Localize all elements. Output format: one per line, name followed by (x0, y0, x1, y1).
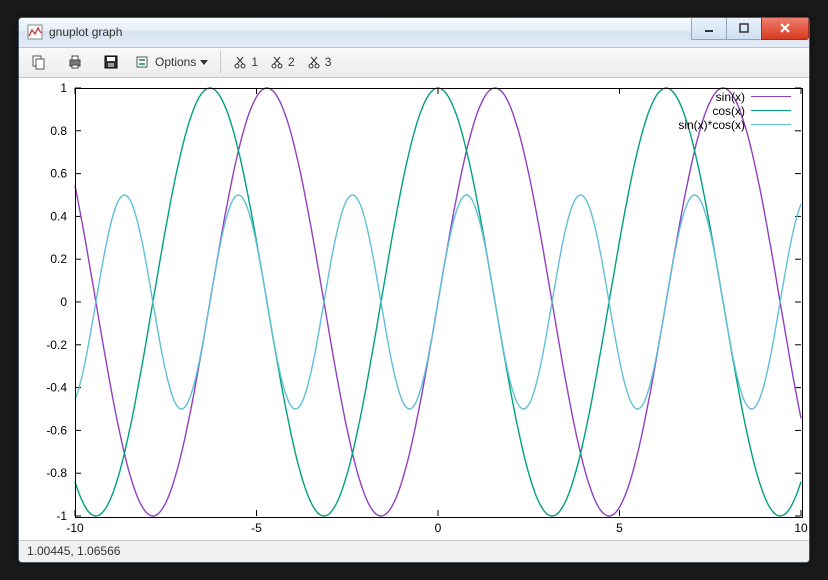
maximize-button[interactable] (726, 17, 762, 40)
window-title: gnuplot graph (49, 25, 691, 39)
svg-text:0: 0 (435, 521, 442, 535)
plot-box[interactable] (75, 88, 803, 518)
save-button[interactable] (95, 49, 127, 75)
svg-text:-0.8: -0.8 (46, 466, 67, 480)
svg-text:5: 5 (616, 521, 623, 535)
svg-text:-0.2: -0.2 (46, 338, 67, 352)
svg-text:10: 10 (794, 521, 808, 535)
svg-text:-10: -10 (66, 521, 84, 535)
legend: sin(x)cos(x)sin(x)*cos(x) (678, 90, 791, 132)
chevron-down-icon (200, 58, 208, 66)
cut-1-button[interactable]: 1 (229, 49, 262, 75)
svg-text:0.8: 0.8 (50, 124, 67, 138)
legend-label: cos(x) (712, 104, 745, 118)
status-bar: 1.00445, 1.06566 (19, 540, 809, 562)
title-bar[interactable]: gnuplot graph (19, 18, 809, 48)
toolbar-separator (220, 51, 221, 73)
copy-button[interactable] (23, 49, 55, 75)
legend-swatch (751, 124, 791, 125)
app-icon (27, 24, 43, 40)
cursor-coords: 1.00445, 1.06566 (27, 544, 120, 558)
svg-text:-5: -5 (251, 521, 262, 535)
svg-text:0.2: 0.2 (50, 252, 67, 266)
legend-item: sin(x)*cos(x) (678, 118, 791, 132)
legend-swatch (751, 96, 791, 97)
legend-label: sin(x)*cos(x) (678, 118, 745, 132)
svg-text:1: 1 (60, 81, 67, 95)
legend-swatch (751, 110, 791, 111)
svg-text:-0.4: -0.4 (46, 380, 67, 394)
legend-item: cos(x) (678, 104, 791, 118)
options-button[interactable]: Options (131, 49, 212, 75)
close-button[interactable] (761, 17, 809, 40)
print-button[interactable] (59, 49, 91, 75)
cut-2-button[interactable]: 2 (266, 49, 299, 75)
svg-text:0: 0 (60, 295, 67, 309)
svg-text:-0.6: -0.6 (46, 423, 67, 437)
svg-text:0.4: 0.4 (50, 209, 67, 223)
svg-text:0.6: 0.6 (50, 166, 67, 180)
plot-area[interactable]: -10 -5 0 5 10 -1 -0.8 -0.6 -0.4 -0.2 0 0.2 0.4 0.6 0.8… (19, 78, 809, 540)
minimize-button[interactable] (691, 17, 727, 40)
legend-item: sin(x) (678, 90, 791, 104)
legend-label: sin(x) (716, 90, 745, 104)
app-window: gnuplot graph (18, 17, 810, 563)
toolbar: Options 1 2 3 (19, 48, 809, 78)
svg-text:-1: -1 (56, 509, 67, 523)
cut-3-button[interactable]: 3 (303, 49, 336, 75)
options-label: Options (155, 55, 196, 69)
